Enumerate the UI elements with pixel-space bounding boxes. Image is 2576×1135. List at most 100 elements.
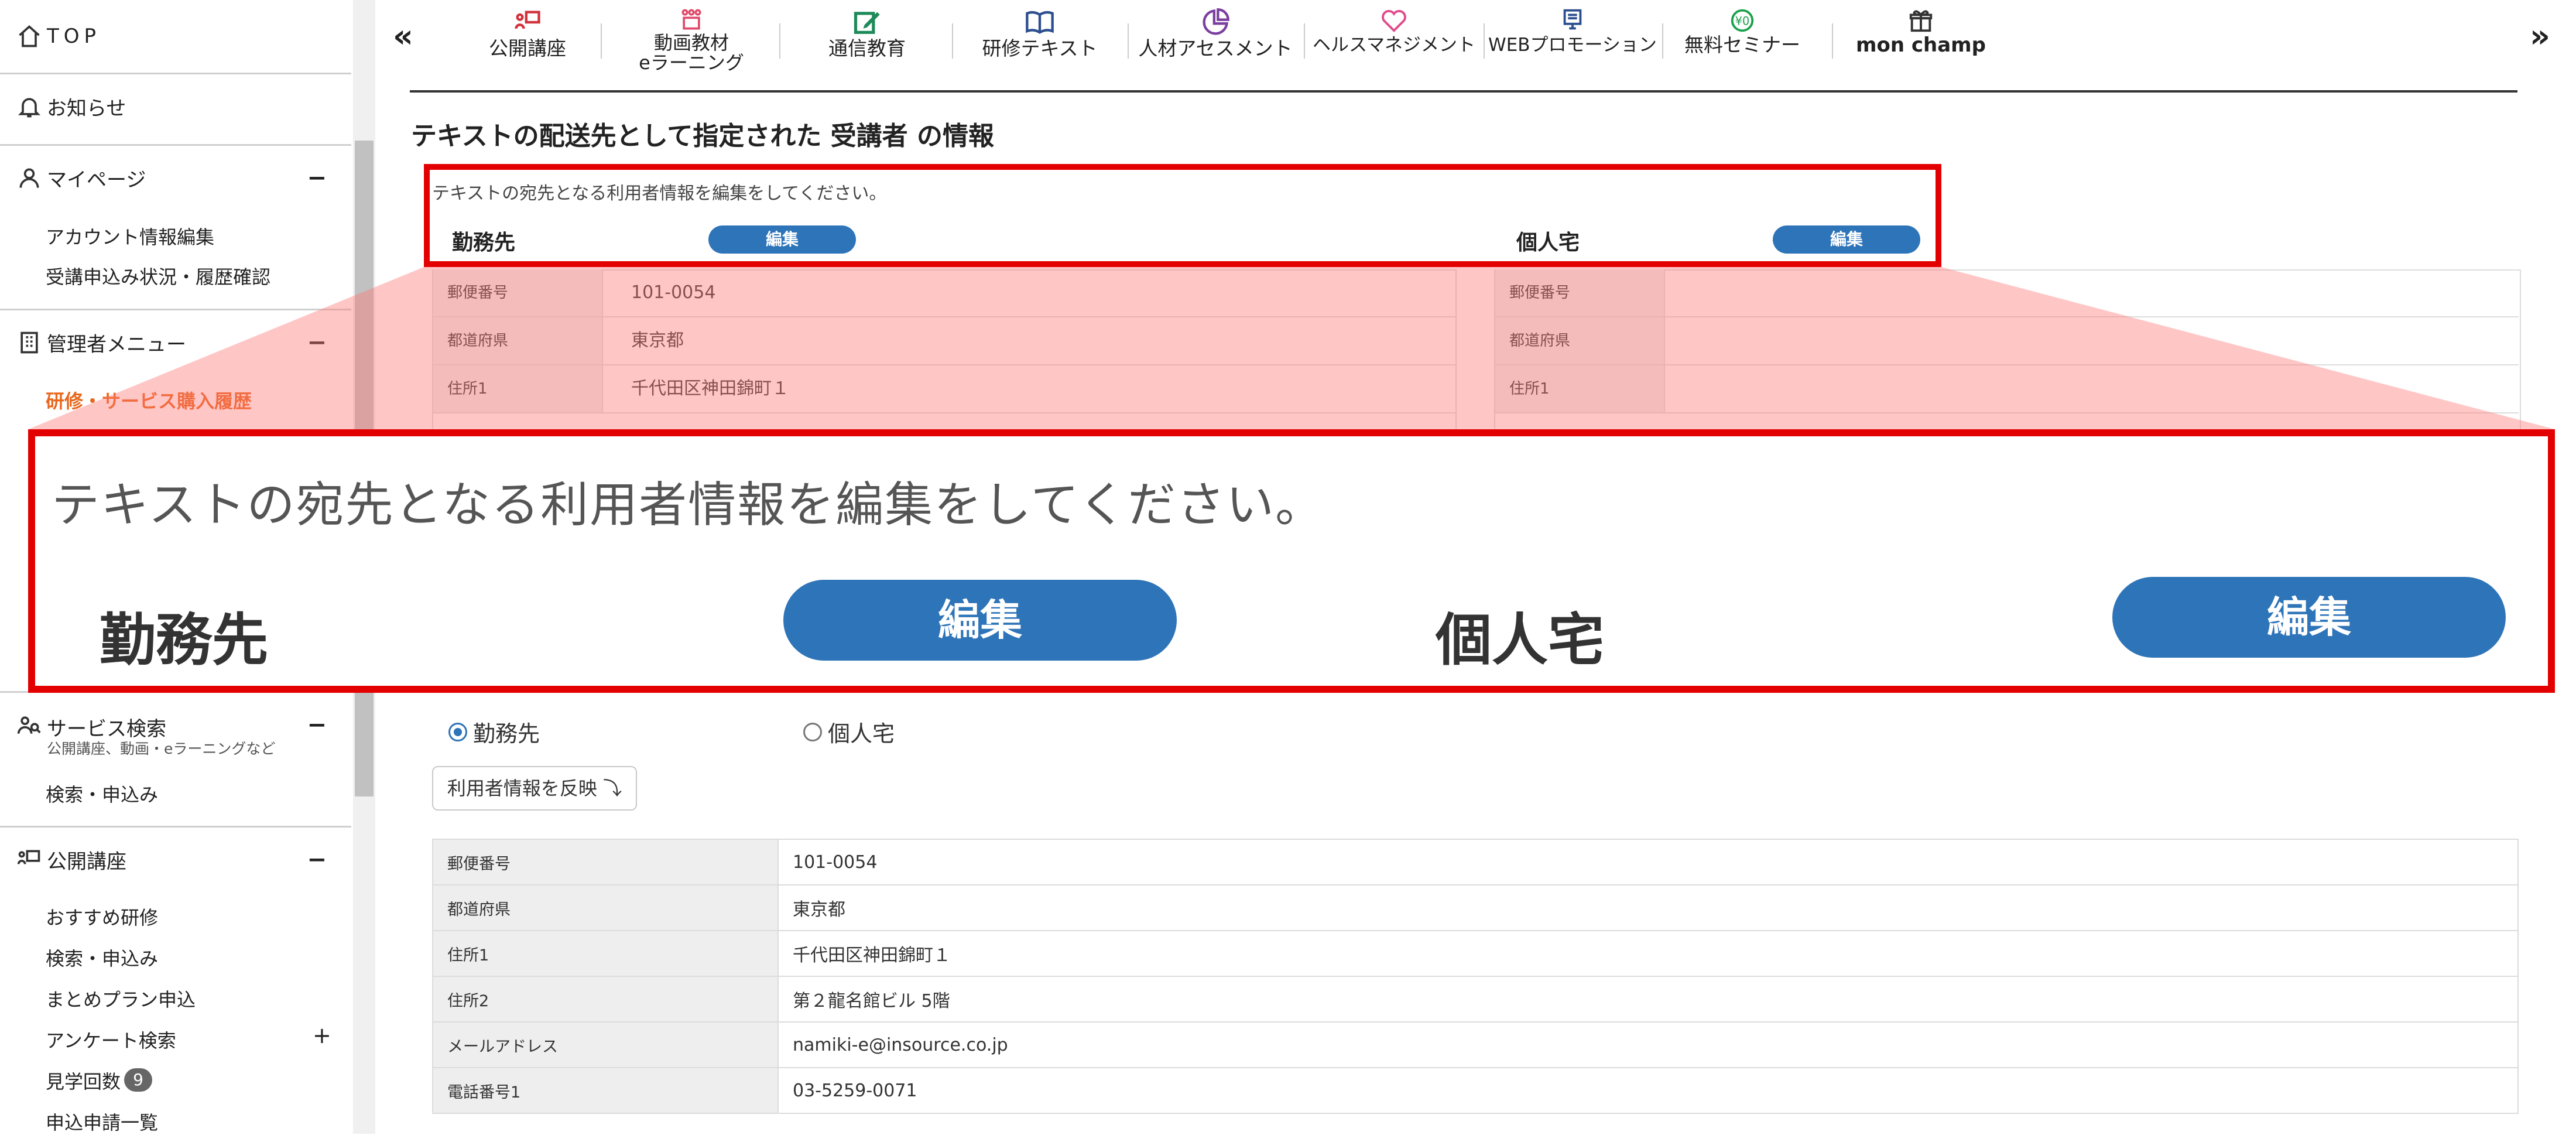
reflect-user-info-button[interactable]: 利用者情報を反映 ⤵ <box>432 766 637 811</box>
nav-item-label: 研修テキスト <box>982 37 1098 60</box>
collapse-toggle[interactable]: − <box>307 165 327 192</box>
top-navigation: « 公開講座 動画教材 eラーニング 通信教育 研修テキスト 人材アセスメント ヘ… <box>375 0 2576 82</box>
sidebar-section-public-course[interactable]: 公開講座 − <box>0 826 351 892</box>
nav-item-assessment[interactable]: 人材アセスメント <box>1131 7 1300 76</box>
heart-icon <box>1382 9 1406 32</box>
zoom-edit-home-button[interactable]: 編集 <box>2112 577 2506 658</box>
sidebar-section-admin[interactable]: 管理者メニュー − <box>0 309 351 375</box>
nav-item-label: 公開講座 <box>489 37 566 60</box>
nav-item-correspondence[interactable]: 通信教育 <box>797 7 937 76</box>
delivery-info-table: 郵便番号 101-0054 都道府県 東京都 住所1 千代田区神田錦町１ 住所2 第２龍… <box>432 839 2519 1114</box>
radio-home[interactable]: 個人宅 <box>803 716 895 748</box>
table-value: 東京都 <box>631 330 684 351</box>
table-value: 03-5259-0071 <box>777 1067 2519 1114</box>
nav-item-label: 通信教育 <box>828 37 906 60</box>
table-row: 電話番号1 03-5259-0071 <box>432 1067 2519 1114</box>
sidebar-item-sublabel: 公開講座、動画・eラーニングなど <box>47 740 276 757</box>
nav-divider <box>1662 23 1663 59</box>
sidebar-item-plan-apply[interactable]: まとめプラン申込 <box>46 985 196 1012</box>
search-people-icon <box>17 716 41 734</box>
nav-item-web-promotion[interactable]: WEBプロモーション <box>1485 7 1660 76</box>
svg-text:¥0: ¥0 <box>1735 15 1749 28</box>
nav-item-health[interactable]: ヘルスマネジメント <box>1306 7 1482 76</box>
nav-next-arrow[interactable]: » <box>2530 18 2550 54</box>
table-key: 郵便番号 <box>1495 269 1665 316</box>
presentation-icon <box>17 850 40 864</box>
table-row: 都道府県 <box>1495 317 2519 365</box>
table-row: 住所1 <box>1495 365 2519 413</box>
table-key: 都道府県 <box>1495 317 1665 364</box>
collapse-toggle[interactable]: − <box>307 712 327 739</box>
table-key: 住所1 <box>1495 365 1665 412</box>
table-value: 千代田区神田錦町１ <box>777 930 2519 977</box>
zoom-edit-work-button[interactable]: 編集 <box>783 580 1177 661</box>
table-key: 郵便番号 <box>432 839 779 886</box>
nav-item-video-elearning[interactable]: 動画教材 eラーニング <box>615 7 768 76</box>
sidebar-item-search-apply[interactable]: 検索・申込み <box>46 944 158 971</box>
nav-item-label: ヘルスマネジメント <box>1312 35 1476 56</box>
table-key: 都道府県 <box>432 884 779 931</box>
nav-item-label: mon champ <box>1856 33 1986 57</box>
expand-toggle[interactable]: + <box>313 1023 331 1048</box>
table-row: 都道府県 東京都 <box>433 317 1455 365</box>
sidebar-item-label: 公開講座 <box>47 850 126 874</box>
radio-label: 勤務先 <box>473 721 540 747</box>
sidebar-item-recommended[interactable]: おすすめ研修 <box>46 903 158 930</box>
sidebar-item-account-edit[interactable]: アカウント情報編集 <box>46 223 214 249</box>
sidebar-item-purchase-history[interactable]: 研修・サービス購入履歴 <box>46 387 252 413</box>
nav-item-public-course[interactable]: 公開講座 <box>466 7 589 76</box>
sidebar-item-apply-list[interactable]: 申込申請一覧 <box>46 1108 158 1135</box>
radio-indicator[interactable] <box>803 722 822 741</box>
table-row: 都道府県 東京都 <box>432 884 2519 931</box>
pie-chart-icon <box>1203 8 1229 35</box>
zoom-callout: テキストの宛先となる利用者情報を編集をしてください。 勤務先 編集 個人宅 編集 <box>28 429 2555 693</box>
table-gap <box>1455 269 1495 429</box>
highlight-box <box>424 164 1941 267</box>
radio-work[interactable]: 勤務先 <box>448 716 540 748</box>
nav-item-label: WEBプロモーション <box>1488 35 1657 56</box>
zoom-work-heading: 勤務先 <box>100 607 268 673</box>
sidebar-section-service-search[interactable]: サービス検索 公開講座、動画・eラーニングなど − <box>0 691 351 757</box>
table-key: 住所2 <box>432 976 779 1023</box>
table-key: メールアドレス <box>432 1021 779 1068</box>
nav-divider <box>952 23 953 59</box>
table-row: 郵便番号 101-0054 <box>432 839 2519 886</box>
zoom-instruction-text: テキストの宛先となる利用者情報を編集をしてください。 <box>52 477 1325 533</box>
table-row: 住所1 千代田区神田錦町１ <box>432 930 2519 977</box>
nav-divider <box>779 23 780 59</box>
nav-prev-arrow[interactable]: « <box>393 18 413 54</box>
sidebar-item-history[interactable]: 受講申込み状況・履歴確認 <box>46 262 270 289</box>
table-row: 住所1 千代田区神田錦町１ <box>433 365 1455 413</box>
sidebar-item-survey-search[interactable]: アンケート検索 <box>46 1026 176 1053</box>
nav-item-training-text[interactable]: 研修テキスト <box>964 7 1116 76</box>
sidebar-item-top[interactable]: TOP <box>0 0 351 73</box>
table-row: 住所2 第２龍名館ビル 5階 <box>432 976 2519 1023</box>
sidebar-item-news[interactable]: お知らせ <box>0 73 351 139</box>
nav-item-label: 無料セミナー <box>1684 33 1800 56</box>
nav-item-label: 動画教材 eラーニング <box>639 32 744 74</box>
book-icon <box>1026 11 1054 34</box>
table-row: 郵便番号 101-0054 <box>433 269 1455 317</box>
user-icon <box>19 168 39 188</box>
nav-item-mon-champ[interactable]: mon champ <box>1845 7 1997 76</box>
sidebar-item-visit-count[interactable]: 見学回数 <box>46 1067 121 1094</box>
table-value: 千代田区神田錦町１ <box>631 378 789 399</box>
table-key: 住所1 <box>433 365 603 412</box>
nav-item-free-seminar[interactable]: ¥0 無料セミナー <box>1669 7 1815 76</box>
table-value: 101-0054 <box>631 282 716 303</box>
radio-indicator[interactable] <box>448 722 467 741</box>
sidebar-item-search-apply[interactable]: 検索・申込み <box>46 780 158 807</box>
sidebar-section-mypage[interactable]: マイページ − <box>0 144 351 210</box>
bell-icon <box>18 98 41 118</box>
radio-label: 個人宅 <box>828 721 895 747</box>
table-row: メールアドレス namiki-e@insource.co.jp <box>432 1021 2519 1068</box>
gift-icon <box>1909 10 1933 32</box>
collapse-toggle[interactable]: − <box>307 846 327 873</box>
table-key: 住所1 <box>432 930 779 977</box>
collapse-toggle[interactable]: − <box>307 329 327 356</box>
nav-divider <box>1832 23 1833 59</box>
zoom-home-heading: 個人宅 <box>1436 607 1604 673</box>
sidebar-item-label: TOP <box>47 25 101 48</box>
table-key: 電話番号1 <box>432 1067 779 1114</box>
nav-divider <box>1128 23 1129 59</box>
